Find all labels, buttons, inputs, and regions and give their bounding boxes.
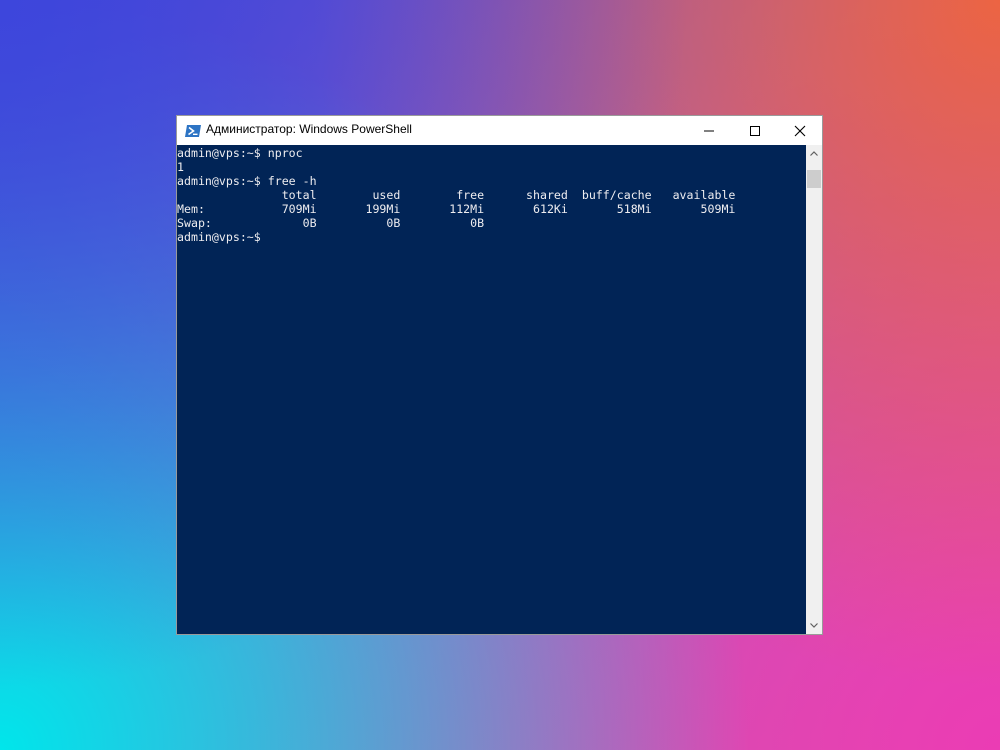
minimize-button[interactable] (686, 116, 732, 145)
scroll-down-button[interactable] (806, 617, 822, 634)
powershell-icon (185, 123, 201, 137)
console-prompt: admin@vps:~$ (177, 230, 261, 244)
console-output[interactable]: admin@vps:~$ nproc 1 admin@vps:~$ free -… (177, 145, 806, 634)
console-line: total used free shared buff/cache availa… (177, 188, 736, 202)
scroll-down-arrow-icon (810, 623, 818, 628)
powershell-window: Администратор: Windows PowerShell admin@… (176, 115, 823, 635)
console-line: 1 (177, 160, 184, 174)
maximize-button[interactable] (732, 116, 778, 145)
console-line: Swap: 0B 0B 0B (177, 216, 485, 230)
console-line: admin@vps:~$ nproc (177, 146, 303, 160)
console-line: admin@vps:~$ free -h (177, 174, 317, 188)
close-icon (794, 125, 806, 137)
minimize-icon (704, 130, 714, 132)
window-title: Администратор: Windows PowerShell (206, 122, 412, 136)
console-line: Mem: 709Mi 199Mi 112Mi 612Ki 518Mi 509Mi (177, 202, 736, 216)
scroll-up-button[interactable] (806, 145, 822, 162)
title-bar[interactable]: Администратор: Windows PowerShell (177, 116, 822, 145)
scroll-up-arrow-icon (810, 151, 818, 156)
console-lines: admin@vps:~$ nproc 1 admin@vps:~$ free -… (177, 146, 735, 244)
close-button[interactable] (777, 116, 823, 145)
vertical-scrollbar[interactable] (806, 145, 822, 634)
maximize-icon (750, 126, 760, 136)
scrollbar-thumb[interactable] (807, 170, 821, 188)
